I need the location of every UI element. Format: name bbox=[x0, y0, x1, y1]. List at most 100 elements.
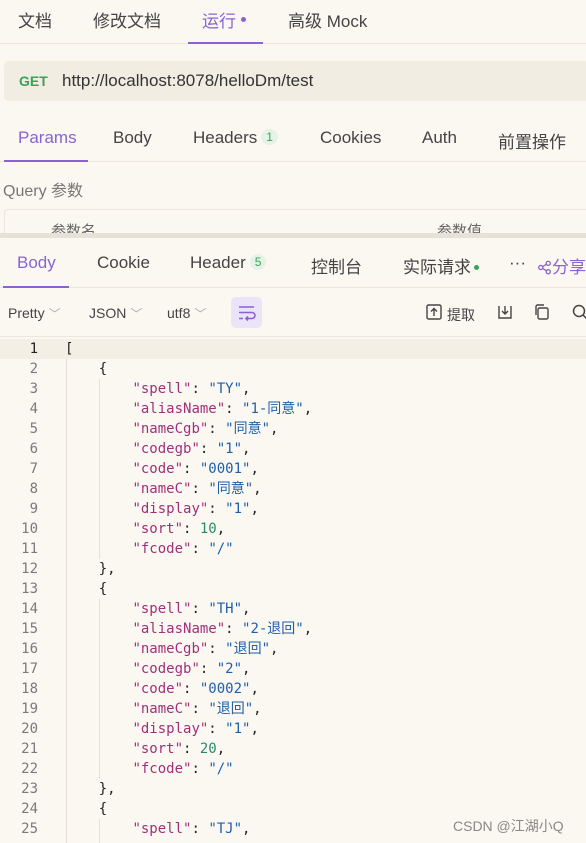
wrap-lines-icon bbox=[239, 306, 256, 322]
code-line: 10 "sort": 10, bbox=[0, 519, 586, 539]
code-text: "nameC": "退回", bbox=[132, 701, 262, 717]
chevron-down-icon: ﹀ bbox=[130, 307, 143, 321]
request-tab-bar: Params Body Headers 1 Cookies Auth 前置操作 bbox=[0, 116, 586, 162]
code-text: "aliasName": "2-退回", bbox=[132, 621, 313, 637]
code-line: 13 { bbox=[0, 579, 586, 599]
tab-pre-request[interactable]: 前置操作 bbox=[498, 128, 566, 153]
line-number: 13 bbox=[21, 581, 38, 597]
top-tab-bar: 文档 修改文档 运行 高级 Mock bbox=[0, 0, 586, 44]
line-number: 10 bbox=[21, 521, 38, 537]
line-number: 2 bbox=[29, 361, 38, 377]
tab-params[interactable]: Params bbox=[18, 128, 77, 148]
code-line: 1[ bbox=[0, 339, 586, 359]
url-bar: GET http://localhost:8078/helloDm/test bbox=[4, 61, 586, 101]
params-tab-indicator bbox=[4, 160, 88, 162]
line-number: 6 bbox=[29, 441, 38, 457]
chevron-down-icon: ﹀ bbox=[194, 307, 207, 321]
resp-tab-actual-request[interactable]: 实际请求 bbox=[403, 253, 479, 278]
share-button[interactable]: 分享 bbox=[537, 253, 586, 278]
extract-icon[interactable] bbox=[425, 303, 443, 321]
code-text: "aliasName": "1-同意", bbox=[132, 401, 313, 417]
response-body-editor[interactable]: 1[ 2 {3 "spell": "TY", 4 "aliasName": "1-同… bbox=[0, 337, 586, 843]
code-text: "codegb": "2", bbox=[132, 661, 251, 677]
line-number: 24 bbox=[21, 801, 38, 817]
tab-run-label: 运行 bbox=[202, 12, 236, 31]
code-line: 16 "nameCgb": "退回", bbox=[0, 639, 586, 659]
format-value: Pretty bbox=[8, 305, 45, 321]
tab-body[interactable]: Body bbox=[113, 128, 152, 148]
format-select[interactable]: Pretty ﹀ bbox=[8, 305, 61, 322]
indent-guide bbox=[66, 359, 67, 843]
resp-tab-console[interactable]: 控制台 bbox=[311, 253, 362, 278]
search-icon[interactable] bbox=[571, 303, 586, 321]
response-toolbar: Pretty ﹀ JSON ﹀ utf8 ﹀ 提取 bbox=[0, 289, 586, 337]
resp-tab-body[interactable]: Body bbox=[17, 253, 56, 273]
code-line: 18 "code": "0002", bbox=[0, 679, 586, 699]
active-tab-indicator bbox=[188, 42, 263, 44]
code-text: "spell": "TH", bbox=[132, 601, 251, 617]
code-line: 19 "nameC": "退回", bbox=[0, 699, 586, 719]
code-text: }, bbox=[65, 561, 116, 577]
code-text: "spell": "TY", bbox=[132, 381, 251, 397]
tab-headers-label: Headers bbox=[193, 128, 258, 147]
line-number: 20 bbox=[21, 721, 38, 737]
encoding-value: utf8 bbox=[167, 305, 191, 321]
code-line: 3 "spell": "TY", bbox=[0, 379, 586, 399]
tab-cookies[interactable]: Cookies bbox=[320, 128, 381, 148]
type-select[interactable]: JSON ﹀ bbox=[89, 305, 142, 322]
chevron-down-icon: ﹀ bbox=[48, 307, 61, 321]
tab-auth[interactable]: Auth bbox=[422, 128, 457, 148]
code-text: { bbox=[65, 581, 108, 597]
resp-tab-header-label: Header bbox=[190, 253, 246, 272]
body-tab-indicator bbox=[3, 286, 69, 288]
line-number: 4 bbox=[29, 401, 38, 417]
line-number: 12 bbox=[21, 561, 38, 577]
line-number: 22 bbox=[21, 761, 38, 777]
tab-edit-docs[interactable]: 修改文档 bbox=[93, 7, 161, 32]
code-text: [ bbox=[65, 341, 74, 357]
tab-advanced-mock[interactable]: 高级 Mock bbox=[288, 7, 367, 32]
code-text: "display": "1", bbox=[132, 721, 259, 737]
code-line: 7 "code": "0001", bbox=[0, 459, 586, 479]
method-select[interactable]: GET bbox=[19, 73, 48, 89]
line-number: 25 bbox=[21, 821, 38, 837]
code-line: 9 "display": "1", bbox=[0, 499, 586, 519]
code-text: "nameCgb": "同意", bbox=[132, 421, 279, 437]
headers-count-badge: 1 bbox=[261, 129, 278, 145]
download-icon[interactable] bbox=[496, 303, 514, 321]
header-count-badge: 5 bbox=[249, 254, 267, 270]
tab-docs[interactable]: 文档 bbox=[18, 7, 52, 32]
url-input[interactable]: http://localhost:8078/helloDm/test bbox=[62, 71, 313, 91]
wrap-lines-button[interactable] bbox=[231, 297, 262, 328]
tab-run[interactable]: 运行 bbox=[202, 7, 246, 32]
code-text: "sort": 10, bbox=[132, 521, 226, 537]
line-number: 23 bbox=[21, 781, 38, 797]
tab-headers[interactable]: Headers 1 bbox=[193, 128, 278, 148]
share-label: 分享 bbox=[552, 258, 586, 277]
code-line: 14 "spell": "TH", bbox=[0, 599, 586, 619]
query-params-table: 参数名 参数值 bbox=[4, 209, 586, 235]
more-options-button[interactable]: ··· bbox=[509, 253, 526, 273]
line-number: 7 bbox=[29, 461, 38, 477]
code-line: 21 "sort": 20, bbox=[0, 739, 586, 759]
code-text: "code": "0001", bbox=[132, 461, 259, 477]
code-line: 5 "nameCgb": "同意", bbox=[0, 419, 586, 439]
type-value: JSON bbox=[89, 305, 127, 321]
resp-tab-header[interactable]: Header 5 bbox=[190, 253, 267, 273]
indent-guide bbox=[99, 379, 100, 559]
code-text: }, bbox=[65, 781, 116, 797]
code-text: "nameC": "同意", bbox=[132, 481, 262, 497]
code-text: "nameCgb": "退回", bbox=[132, 641, 279, 657]
code-line: 11 "fcode": "/" bbox=[0, 539, 586, 559]
code-line: 22 "fcode": "/" bbox=[0, 759, 586, 779]
code-line: 6 "codegb": "1", bbox=[0, 439, 586, 459]
unsaved-dot bbox=[241, 17, 246, 22]
copy-icon[interactable] bbox=[533, 303, 551, 321]
encoding-select[interactable]: utf8 ﹀ bbox=[167, 305, 206, 322]
line-number: 21 bbox=[21, 741, 38, 757]
extract-button[interactable]: 提取 bbox=[447, 305, 475, 325]
response-tab-bar: Body Cookie Header 5 控制台 实际请求 ··· 分享 bbox=[0, 238, 586, 288]
line-number: 18 bbox=[21, 681, 38, 697]
code-text: "fcode": "/" bbox=[132, 541, 234, 557]
resp-tab-cookie[interactable]: Cookie bbox=[97, 253, 150, 273]
